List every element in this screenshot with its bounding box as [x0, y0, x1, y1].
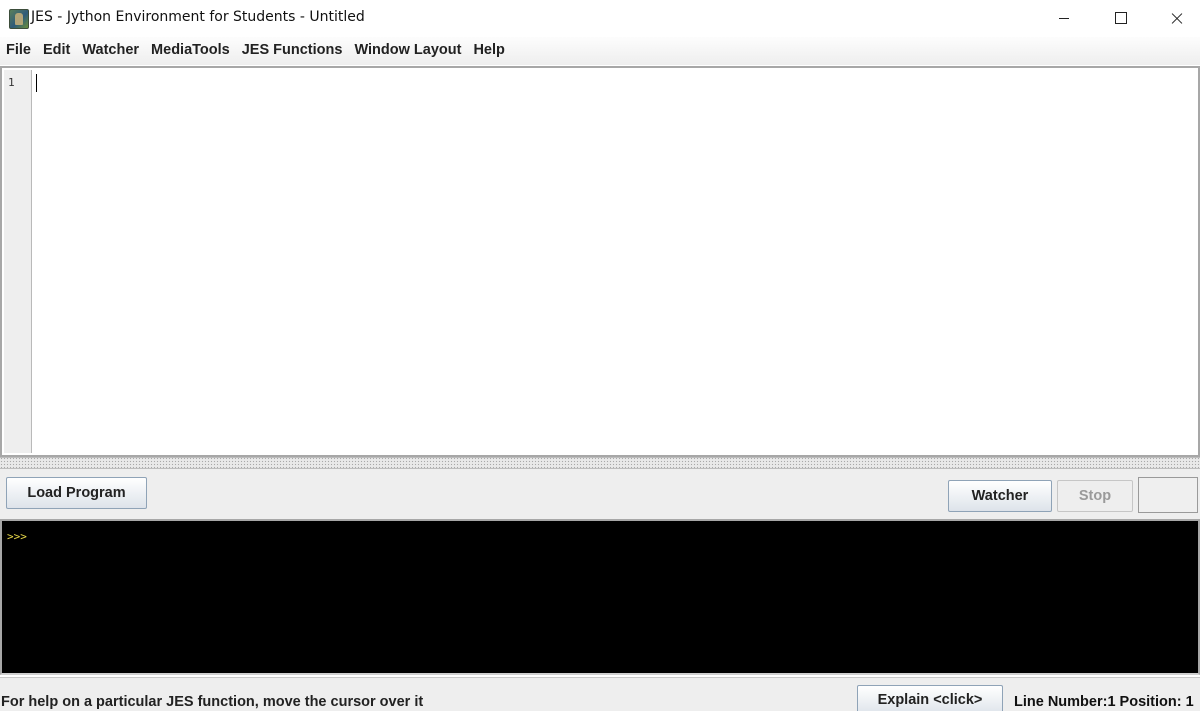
menu-file[interactable]: File	[0, 37, 37, 65]
menu-window-layout[interactable]: Window Layout	[348, 37, 467, 65]
menu-jes-functions[interactable]: JES Functions	[236, 37, 349, 65]
help-text: For help on a particular JES function, m…	[1, 694, 424, 710]
close-icon[interactable]	[1148, 0, 1200, 37]
watcher-button[interactable]: Watcher	[948, 480, 1052, 512]
stop-button[interactable]: Stop	[1057, 480, 1133, 512]
menu-help[interactable]: Help	[467, 37, 510, 65]
status-bar: For help on a particular JES function, m…	[0, 677, 1200, 711]
control-bar: Load Program Watcher Stop	[0, 469, 1200, 519]
menu-bar: File Edit Watcher MediaTools JES Functio…	[0, 37, 1200, 65]
menu-watcher[interactable]: Watcher	[76, 37, 145, 65]
command-console[interactable]: >>>	[0, 519, 1200, 675]
menu-edit[interactable]: Edit	[37, 37, 76, 65]
window-title: JES - Jython Environment for Students - …	[31, 9, 365, 25]
code-editor[interactable]: 1	[0, 66, 1200, 457]
status-indicator-box	[1138, 477, 1198, 513]
jes-app-icon[interactable]	[9, 9, 29, 29]
line-number: 1	[8, 76, 15, 89]
pane-splitter[interactable]	[0, 457, 1200, 469]
load-program-button[interactable]: Load Program	[6, 477, 147, 509]
text-caret	[36, 74, 37, 92]
console-prompt: >>>	[7, 530, 27, 543]
title-bar: JES - Jython Environment for Students - …	[0, 0, 1200, 37]
cursor-position: Line Number:1 Position: 1	[1014, 694, 1194, 710]
minimize-icon[interactable]	[1036, 0, 1092, 37]
line-number-gutter: 1	[4, 70, 32, 453]
explain-button[interactable]: Explain <click>	[857, 685, 1003, 711]
menu-mediatools[interactable]: MediaTools	[145, 37, 236, 65]
maximize-icon[interactable]	[1092, 0, 1148, 37]
